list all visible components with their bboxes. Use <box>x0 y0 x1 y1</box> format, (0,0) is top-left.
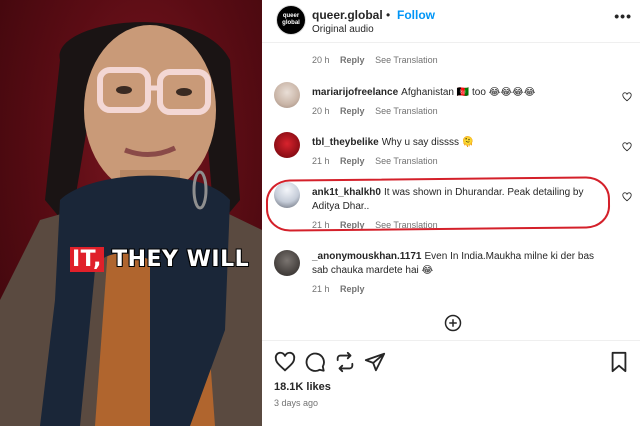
avatar-text: queer global <box>282 13 300 26</box>
reply-button[interactable]: Reply <box>340 220 365 230</box>
remix-repost-icon[interactable] <box>334 351 356 373</box>
comment-text: tbl_theybelike Why u say dissss 🫠 <box>312 136 612 150</box>
comment-time: 21 h <box>312 220 330 230</box>
comment-text: mariarijofreelance Afghanistan 🇦🇫 too 😂😂😂… <box>312 86 612 100</box>
caption-highlight: IT, <box>70 247 104 272</box>
post-action-bar <box>262 340 640 380</box>
commenter-avatar[interactable] <box>274 250 300 276</box>
post-timestamp: 3 days ago <box>274 398 319 408</box>
comment-time: 20 h <box>312 106 330 116</box>
video-caption: IT, THEY WILL <box>70 247 249 272</box>
like-count[interactable]: 18.1K likes <box>274 381 331 393</box>
share-send-icon[interactable] <box>364 351 386 373</box>
audio-link[interactable]: Original audio <box>312 24 374 35</box>
account-avatar[interactable]: queer global <box>276 5 306 35</box>
comment-meta: 21 h Reply <box>312 284 373 294</box>
comment-time: 21 h <box>312 284 330 294</box>
see-translation-link[interactable]: See Translation <box>375 106 438 116</box>
account-username[interactable]: queer.global <box>312 8 383 22</box>
save-bookmark-icon[interactable] <box>608 351 630 373</box>
commenter-username[interactable]: ank1t_khalkh0 <box>312 187 381 198</box>
comment-time: 20 h <box>312 55 330 65</box>
video-frame-illustration <box>0 22 262 426</box>
comment-meta: 20 h Reply See Translation <box>312 106 446 116</box>
commenter-avatar[interactable] <box>274 82 300 108</box>
post-header: queer global queer.global • Follow Origi… <box>262 0 640 42</box>
comment-text: ank1t_khalkh0 It was shown in Dhurandar. … <box>312 186 612 214</box>
caption-rest: THEY WILL <box>103 247 250 272</box>
more-options-icon[interactable]: ••• <box>614 8 632 24</box>
comment-time: 21 h <box>312 156 330 166</box>
see-translation-link[interactable]: See Translation <box>375 220 438 230</box>
see-translation-link[interactable]: See Translation <box>375 55 438 65</box>
like-comment-heart-icon[interactable] <box>622 192 632 202</box>
see-translation-link[interactable]: See Translation <box>375 156 438 166</box>
reply-button[interactable]: Reply <box>340 106 365 116</box>
commenter-avatar[interactable] <box>274 132 300 158</box>
commenter-username[interactable]: mariarijofreelance <box>312 87 398 98</box>
commenter-username[interactable]: tbl_theybelike <box>312 137 379 148</box>
comment-body: Why u say dissss 🫠 <box>381 137 475 148</box>
like-heart-icon[interactable] <box>274 351 296 373</box>
header-separator: • <box>386 8 391 22</box>
reply-button[interactable]: Reply <box>340 284 365 294</box>
comment-text: _anonymouskhan.1171 Even In India.Maukha … <box>312 250 612 278</box>
follow-button[interactable]: Follow <box>397 8 435 22</box>
comment-bubble-icon[interactable] <box>304 351 326 373</box>
commenter-username[interactable]: _anonymouskhan.1171 <box>312 251 422 262</box>
like-comment-heart-icon[interactable] <box>622 142 632 152</box>
comment-body: Afghanistan 🇦🇫 too 😂😂😂😂 <box>401 87 536 98</box>
load-more-comments-icon[interactable] <box>444 314 462 332</box>
reply-button[interactable]: Reply <box>340 156 365 166</box>
commenter-avatar[interactable] <box>274 182 300 208</box>
reel-video[interactable]: IT, THEY WILL <box>0 0 262 426</box>
header-divider <box>262 42 640 43</box>
comment-meta: 21 h Reply See Translation <box>312 220 446 230</box>
like-comment-heart-icon[interactable] <box>622 92 632 102</box>
post-panel: queer global queer.global • Follow Origi… <box>262 0 640 426</box>
reply-button[interactable]: Reply <box>340 55 365 65</box>
comment-meta: 20 h Reply See Translation <box>312 55 446 65</box>
comment-meta: 21 h Reply See Translation <box>312 156 446 166</box>
